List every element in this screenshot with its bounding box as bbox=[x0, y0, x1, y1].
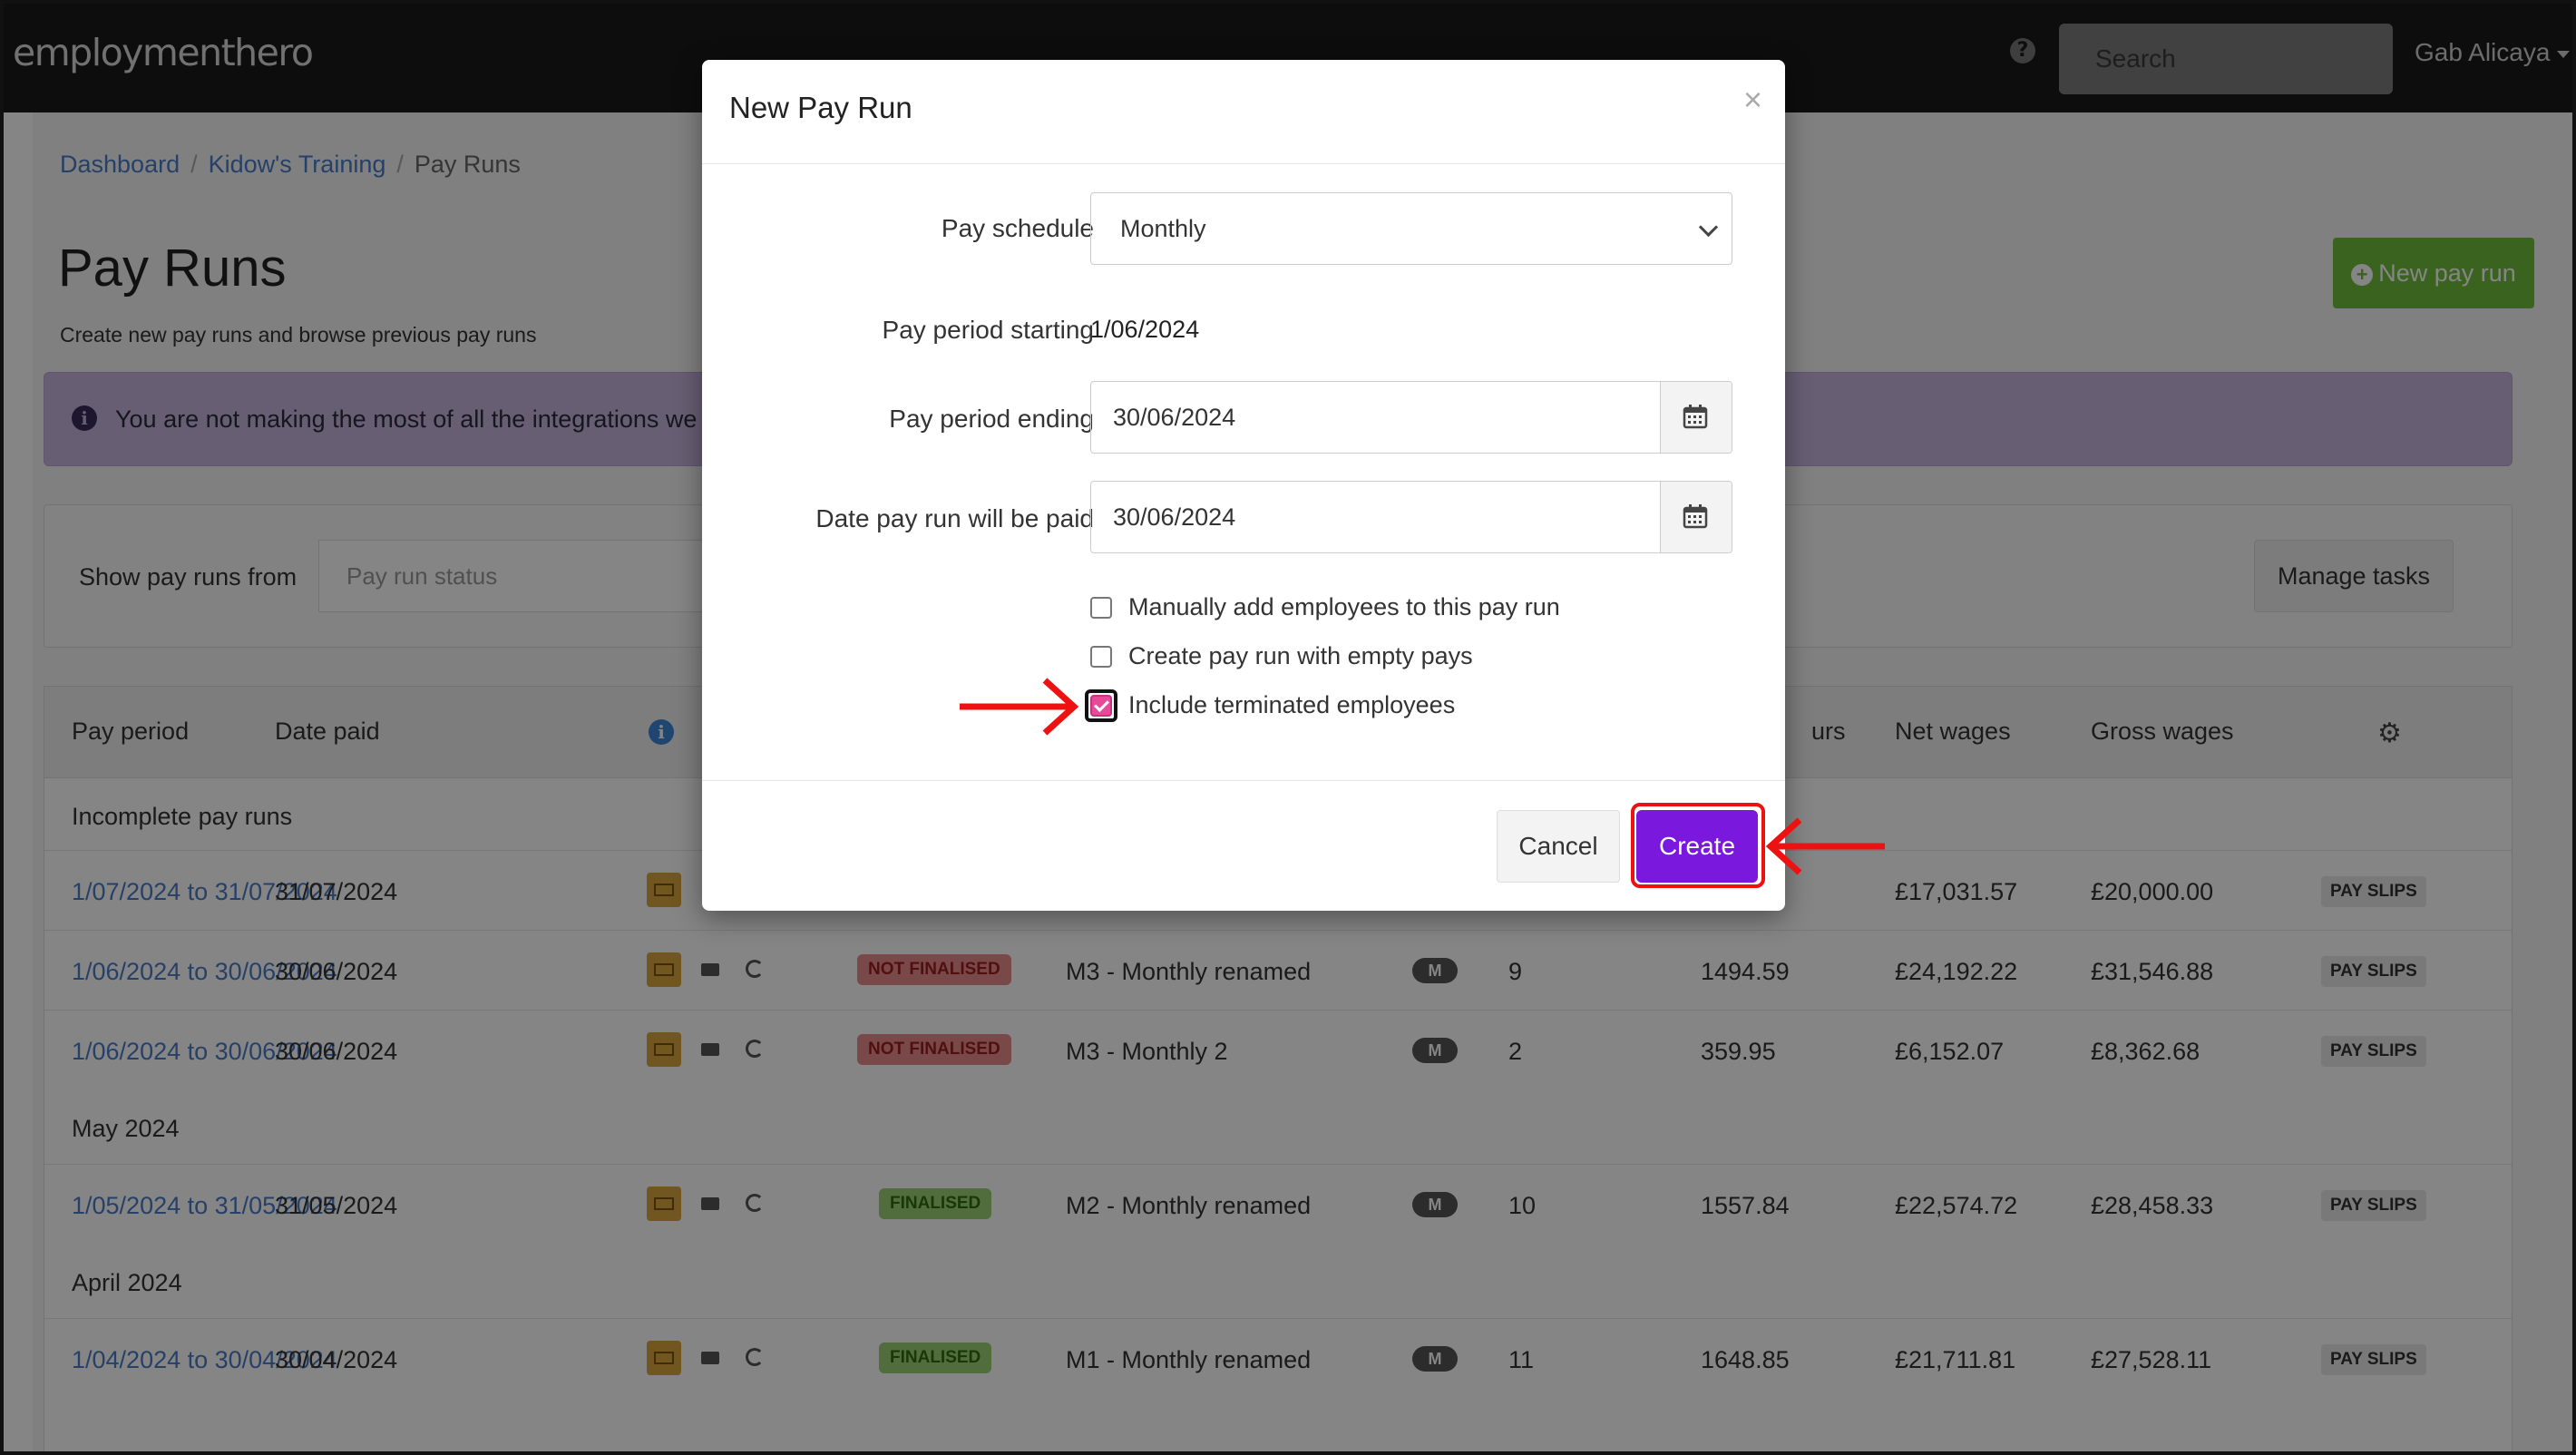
close-icon[interactable]: × bbox=[1738, 80, 1768, 120]
calendar-button[interactable] bbox=[1660, 382, 1732, 453]
period-end-label: Pay period ending bbox=[889, 405, 1094, 433]
include-terminated-checkbox[interactable] bbox=[1090, 695, 1112, 717]
include-terminated-label[interactable]: Include terminated employees bbox=[1128, 691, 1455, 719]
paid-date-input[interactable] bbox=[1091, 482, 1661, 552]
cancel-button[interactable]: Cancel bbox=[1497, 810, 1620, 883]
arrow-left-icon bbox=[1765, 817, 1885, 875]
modal-header: New Pay Run × bbox=[702, 60, 1785, 164]
pay-schedule-label: Pay schedule bbox=[941, 214, 1094, 242]
modal-title: New Pay Run bbox=[729, 91, 912, 124]
create-button[interactable]: Create bbox=[1636, 810, 1758, 883]
calendar-icon bbox=[1683, 504, 1708, 529]
period-start-value: 1/06/2024 bbox=[1090, 316, 1200, 343]
pay-schedule-select[interactable]: Monthly bbox=[1090, 192, 1732, 265]
paid-date-label: Date pay run will be paid bbox=[815, 504, 1094, 532]
manually-add-label[interactable]: Manually add employees to this pay run bbox=[1128, 593, 1560, 621]
paid-date-field bbox=[1090, 481, 1732, 553]
calendar-icon bbox=[1683, 405, 1708, 429]
empty-pays-checkbox[interactable] bbox=[1090, 646, 1112, 668]
chevron-down-icon bbox=[1698, 217, 1719, 238]
pay-schedule-value: Monthly bbox=[1120, 215, 1206, 242]
period-end-field bbox=[1090, 381, 1732, 454]
screenshot-frame: employmenthero ? Gab Alicaya Dashboard/K… bbox=[0, 0, 2576, 1455]
empty-pays-label[interactable]: Create pay run with empty pays bbox=[1128, 642, 1473, 670]
arrow-right-icon bbox=[960, 678, 1079, 736]
manually-add-checkbox[interactable] bbox=[1090, 597, 1112, 619]
period-end-input[interactable] bbox=[1091, 382, 1661, 453]
modal-footer: Cancel Create bbox=[702, 780, 1785, 912]
calendar-button[interactable] bbox=[1660, 482, 1732, 552]
period-start-label: Pay period starting bbox=[882, 316, 1094, 344]
new-pay-run-modal: New Pay Run × Pay schedule Monthly Pay p… bbox=[702, 60, 1785, 911]
